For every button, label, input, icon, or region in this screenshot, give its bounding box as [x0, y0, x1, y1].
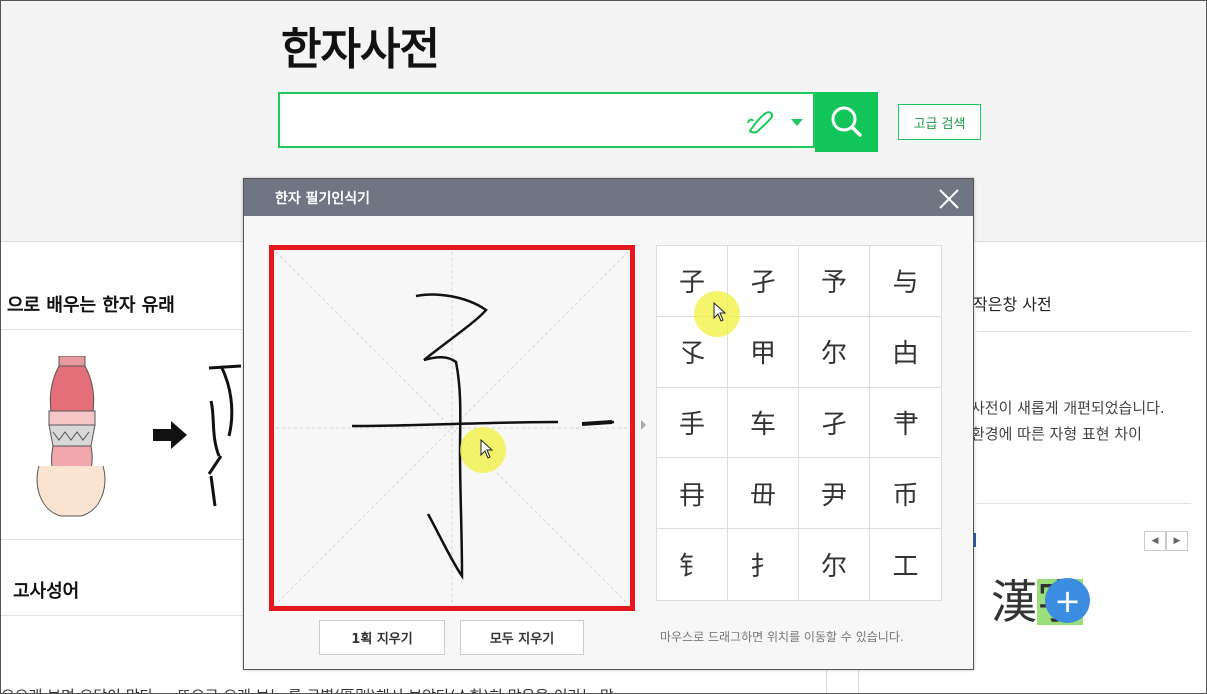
- divider: [1, 329, 243, 330]
- candidate-char[interactable]: 尔: [799, 316, 870, 388]
- arrow-right-icon: [153, 421, 187, 449]
- arrow-right-icon: [641, 420, 646, 430]
- candidate-char[interactable]: 予: [799, 246, 870, 317]
- add-button[interactable]: +: [1045, 578, 1090, 623]
- section-title: 으로 배우는 한자 유래: [7, 295, 175, 316]
- search-input[interactable]: [278, 92, 815, 148]
- candidate-char[interactable]: 扌: [728, 529, 799, 600]
- notice-line[interactable]: 환경에 따른 자형 표현 차이: [971, 423, 1142, 444]
- candidate-char[interactable]: 毌: [728, 458, 799, 530]
- candidate-char[interactable]: 甲: [728, 316, 799, 388]
- search-icon: [831, 106, 862, 137]
- cursor-icon: [480, 439, 494, 459]
- chevron-down-icon[interactable]: [791, 119, 803, 126]
- candidate-char[interactable]: 尔: [799, 529, 870, 600]
- clear-all-button[interactable]: 모두 지우기: [460, 620, 584, 655]
- page-title: 한자사전: [281, 24, 440, 75]
- candidate-char[interactable]: 孑: [799, 387, 870, 459]
- dialog-title: 한자 필기인식기: [275, 191, 371, 207]
- divider: [1, 539, 243, 540]
- undo-stroke-button[interactable]: 1획 지우기: [319, 620, 445, 655]
- character-sketch: [207, 364, 242, 507]
- prev-button[interactable]: ◀: [1144, 531, 1166, 551]
- search-button[interactable]: [815, 92, 878, 152]
- pen-icon[interactable]: [746, 109, 780, 135]
- stroke-drawing: [275, 251, 629, 605]
- candidate-char[interactable]: 冄: [657, 458, 728, 530]
- candidate-char[interactable]: 手: [657, 387, 728, 459]
- candidate-char[interactable]: 甴: [870, 317, 941, 388]
- vase-illustration: [36, 356, 106, 517]
- close-icon[interactable]: [938, 188, 960, 210]
- next-button[interactable]: ▶: [1166, 531, 1188, 551]
- candidate-char[interactable]: 肀: [870, 388, 941, 459]
- dialog-header[interactable]: 한자 필기인식기: [244, 179, 973, 216]
- candidate-char[interactable]: 尹: [799, 458, 870, 530]
- logo-char: 漢: [991, 575, 1037, 629]
- handwriting-dialog[interactable]: 한자 필기인식기 子 孑 予 与 孓 甲 尔 甴 手 车 孑 肀 冄 毌 尹 币…: [243, 178, 974, 670]
- idiom-section-title: 고사성어: [13, 581, 80, 602]
- advanced-search-button[interactable]: 고급 검색: [898, 104, 981, 140]
- candidate-char[interactable]: 工: [870, 529, 941, 600]
- candidate-char[interactable]: 车: [728, 387, 799, 459]
- candidate-char[interactable]: 与: [870, 246, 941, 317]
- mini-dictionary-title[interactable]: 작은창 사전: [973, 291, 1052, 315]
- cursor-icon: [713, 302, 727, 322]
- pager: ◀ ▶: [1144, 531, 1188, 551]
- divider: [976, 503, 1191, 504]
- candidate-char[interactable]: 钅: [657, 529, 728, 600]
- drag-hint: 마우스로 드래그하면 위치를 이동할 수 있습니다.: [660, 630, 904, 644]
- divider: [976, 331, 1191, 332]
- notice-line[interactable]: 사전이 새롭게 개편되었습니다.: [971, 397, 1165, 418]
- divider: [1, 615, 243, 616]
- canvas-area[interactable]: [275, 251, 629, 605]
- candidate-char[interactable]: 币: [870, 458, 941, 530]
- drawing-canvas[interactable]: [269, 245, 635, 611]
- article-text: 으으래 보면 오답이 많다 ... 또으로 오래 보는 를 구별(區別)해서 보…: [1, 685, 614, 693]
